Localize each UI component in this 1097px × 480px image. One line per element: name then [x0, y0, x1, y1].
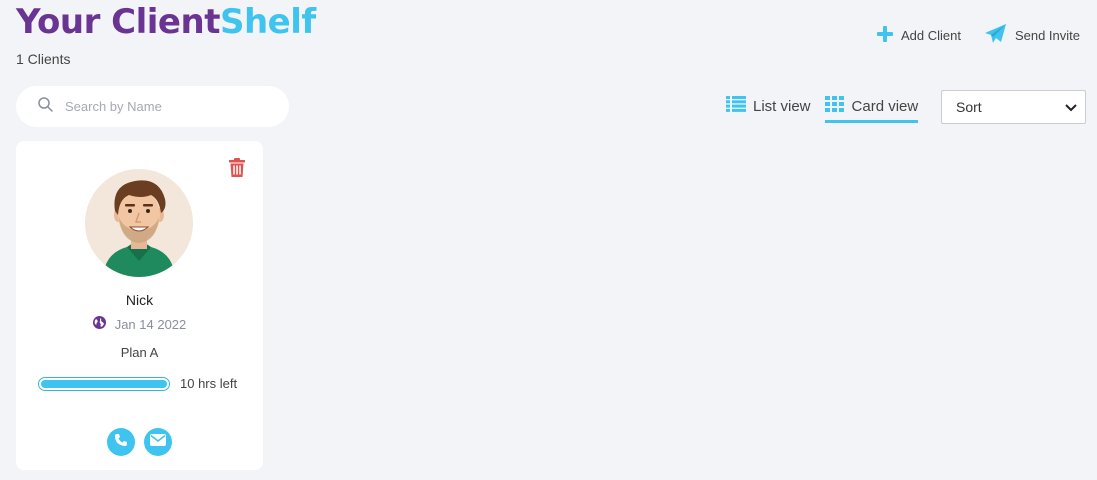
client-plan: Plan A — [120, 345, 159, 360]
list-icon — [726, 96, 746, 116]
chevron-down-icon — [1065, 99, 1077, 115]
client-date: Jan 14 2022 — [114, 316, 187, 332]
globe-icon — [92, 316, 106, 332]
card-view-label: Card view — [851, 97, 919, 115]
delete-client-button[interactable] — [229, 158, 245, 182]
client-card[interactable]: Nick Jan 14 2022 Plan A 10 hrs left — [16, 141, 263, 470]
hours-progress-fill — [41, 379, 167, 388]
call-button[interactable] — [107, 428, 135, 456]
page-title: Your ClientShelf — [16, 2, 316, 42]
page-title-part2: Shelf — [219, 2, 316, 42]
grid-icon — [824, 96, 845, 116]
top-actions: Add Client Send Invite — [876, 24, 1080, 47]
search-icon — [38, 96, 53, 117]
search-input[interactable] — [65, 99, 265, 114]
plus-icon — [876, 26, 893, 45]
search-box[interactable] — [16, 86, 289, 127]
page-title-part1: Your Client — [16, 2, 220, 42]
email-button[interactable] — [144, 428, 172, 456]
contact-actions — [16, 428, 263, 456]
view-toggle: List view Card view — [726, 96, 919, 123]
list-view-label: List view — [753, 97, 811, 115]
card-view-button[interactable]: Card view — [824, 96, 919, 123]
sort-select[interactable]: Sort — [941, 90, 1086, 124]
send-invite-label: Send Invite — [1014, 28, 1080, 43]
client-count: 1 Clients — [16, 51, 71, 67]
send-invite-button[interactable]: Send Invite — [984, 24, 1080, 47]
client-date-row: Jan 14 2022 — [16, 316, 263, 332]
trash-icon — [229, 158, 245, 181]
add-client-label: Add Client — [900, 28, 961, 43]
hours-progress-bar — [38, 376, 170, 391]
client-name: Nick — [125, 292, 154, 308]
paper-plane-icon — [984, 24, 1007, 47]
sort-selected-value: Sort — [956, 99, 982, 115]
add-client-button[interactable]: Add Client — [876, 26, 961, 45]
hours-progress-row: 10 hrs left — [38, 376, 237, 391]
envelope-icon — [150, 433, 166, 451]
phone-icon — [114, 433, 128, 452]
avatar — [85, 169, 193, 277]
hours-left-label: 10 hrs left — [180, 376, 238, 391]
list-view-button[interactable]: List view — [726, 96, 811, 120]
